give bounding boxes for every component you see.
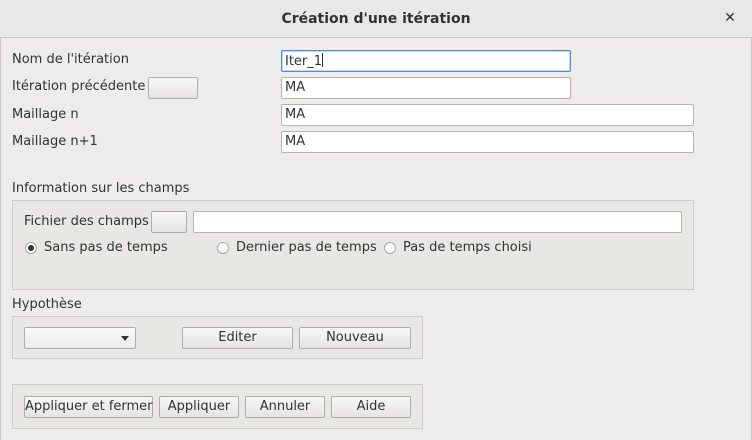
previous-iteration-input[interactable]: MA	[281, 77, 571, 99]
apply-close-button[interactable]: Appliquer et fermer	[24, 396, 153, 418]
new-button[interactable]: Nouveau	[299, 327, 411, 349]
mesh-n-input[interactable]: MA	[281, 104, 694, 126]
radio-chosen-timestep-label: Pas de temps choisi	[403, 240, 532, 255]
hypothesis-select[interactable]	[24, 327, 136, 349]
mesh-n1-input[interactable]: MA	[281, 131, 694, 153]
help-button[interactable]: Aide	[331, 396, 411, 418]
edit-button[interactable]: Editer	[182, 327, 293, 349]
fields-file-browse-button[interactable]	[151, 211, 187, 233]
hypothesis-group: Editer Nouveau	[12, 316, 423, 359]
actions-group: Appliquer et fermer Appliquer Annuler Ai…	[12, 384, 423, 429]
previous-iteration-label: Itération précédente	[12, 79, 146, 94]
hypothesis-section-label: Hypothèse	[12, 297, 82, 312]
radio-no-timestep[interactable]	[25, 242, 37, 254]
radio-last-timestep[interactable]	[217, 242, 229, 254]
radio-chosen-timestep[interactable]	[384, 242, 396, 254]
mesh-n-label: Maillage n	[12, 107, 79, 122]
title-bar: Création d'une itération ✕	[0, 0, 752, 38]
fields-file-input[interactable]	[193, 211, 682, 233]
radio-last-timestep-label: Dernier pas de temps	[236, 240, 377, 255]
window-title: Création d'une itération	[281, 11, 471, 27]
chevron-down-icon	[121, 336, 129, 341]
iteration-name-input[interactable]: Iter_1	[281, 50, 571, 72]
fields-file-label: Fichier des champs	[24, 214, 149, 229]
cancel-button[interactable]: Annuler	[245, 396, 325, 418]
iteration-name-value: Iter_1	[285, 54, 323, 69]
previous-iteration-browse-button[interactable]	[148, 77, 198, 99]
text-caret	[322, 53, 324, 67]
iteration-name-label: Nom de l'itération	[12, 52, 129, 67]
dialog-content: Nom de l'itération Iter_1 Itération préc…	[0, 38, 752, 440]
fields-group: Fichier des champs Sans pas de temps Der…	[12, 200, 694, 290]
mesh-n1-label: Maillage n+1	[12, 134, 98, 149]
apply-button[interactable]: Appliquer	[159, 396, 239, 418]
close-icon[interactable]: ✕	[722, 10, 738, 26]
radio-no-timestep-label: Sans pas de temps	[44, 240, 168, 255]
fields-section-label: Information sur les champs	[12, 181, 190, 196]
